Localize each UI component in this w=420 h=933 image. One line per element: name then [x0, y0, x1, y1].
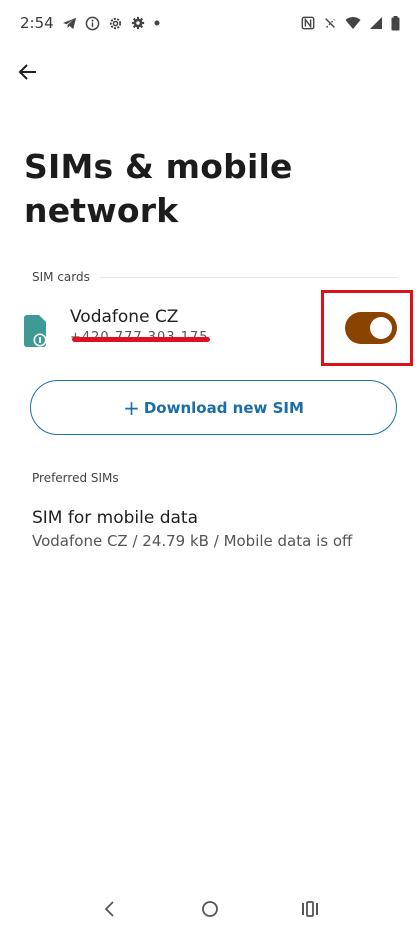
sim-card-icon	[22, 314, 48, 348]
section-header-preferred-sims: Preferred SIMs	[32, 471, 397, 485]
recents-icon	[301, 900, 319, 921]
back-arrow-icon	[18, 62, 38, 86]
chevron-left-icon	[103, 900, 117, 922]
telegram-icon	[62, 16, 77, 31]
nav-recents-button[interactable]	[290, 891, 330, 931]
download-new-sim-button[interactable]: + Download new SIM	[30, 380, 397, 435]
page-title: SIMs & mobile network	[24, 147, 293, 230]
back-button[interactable]	[14, 60, 42, 88]
sim-for-mobile-data-item[interactable]: SIM for mobile data Vodafone CZ / 24.79 …	[32, 508, 392, 550]
plus-icon: +	[123, 395, 140, 420]
download-button-label: Download new SIM	[143, 398, 304, 417]
pref-summary: Vodafone CZ / 24.79 kB / Mobile data is …	[32, 532, 353, 550]
info-icon	[85, 16, 100, 31]
nav-back-button[interactable]	[90, 891, 130, 931]
sim-name: Vodafone CZ	[70, 307, 179, 327]
status-bar: 2:54	[0, 0, 420, 46]
redaction-mark	[72, 337, 210, 342]
section-label: Preferred SIMs	[32, 471, 119, 485]
section-header-sim-cards: SIM cards	[32, 270, 397, 284]
nav-home-button[interactable]	[190, 891, 230, 931]
nfc-icon	[301, 16, 315, 30]
navigation-bar	[0, 888, 420, 933]
status-time: 2:54	[20, 14, 54, 32]
divider	[99, 276, 397, 278]
status-right	[301, 15, 400, 31]
do-not-disturb-icon	[323, 16, 337, 30]
dot-icon	[153, 19, 161, 27]
status-left: 2:54	[20, 14, 161, 32]
settings-icon	[131, 16, 145, 30]
toggle-thumb	[370, 317, 392, 339]
section-label: SIM cards	[32, 270, 90, 284]
sim-enable-toggle[interactable]	[345, 312, 397, 344]
wifi-icon	[345, 16, 361, 30]
battery-icon	[391, 15, 400, 31]
signal-icon	[369, 16, 383, 30]
settings-icon	[108, 16, 123, 31]
home-circle-icon	[201, 900, 219, 922]
pref-title: SIM for mobile data	[32, 508, 199, 528]
